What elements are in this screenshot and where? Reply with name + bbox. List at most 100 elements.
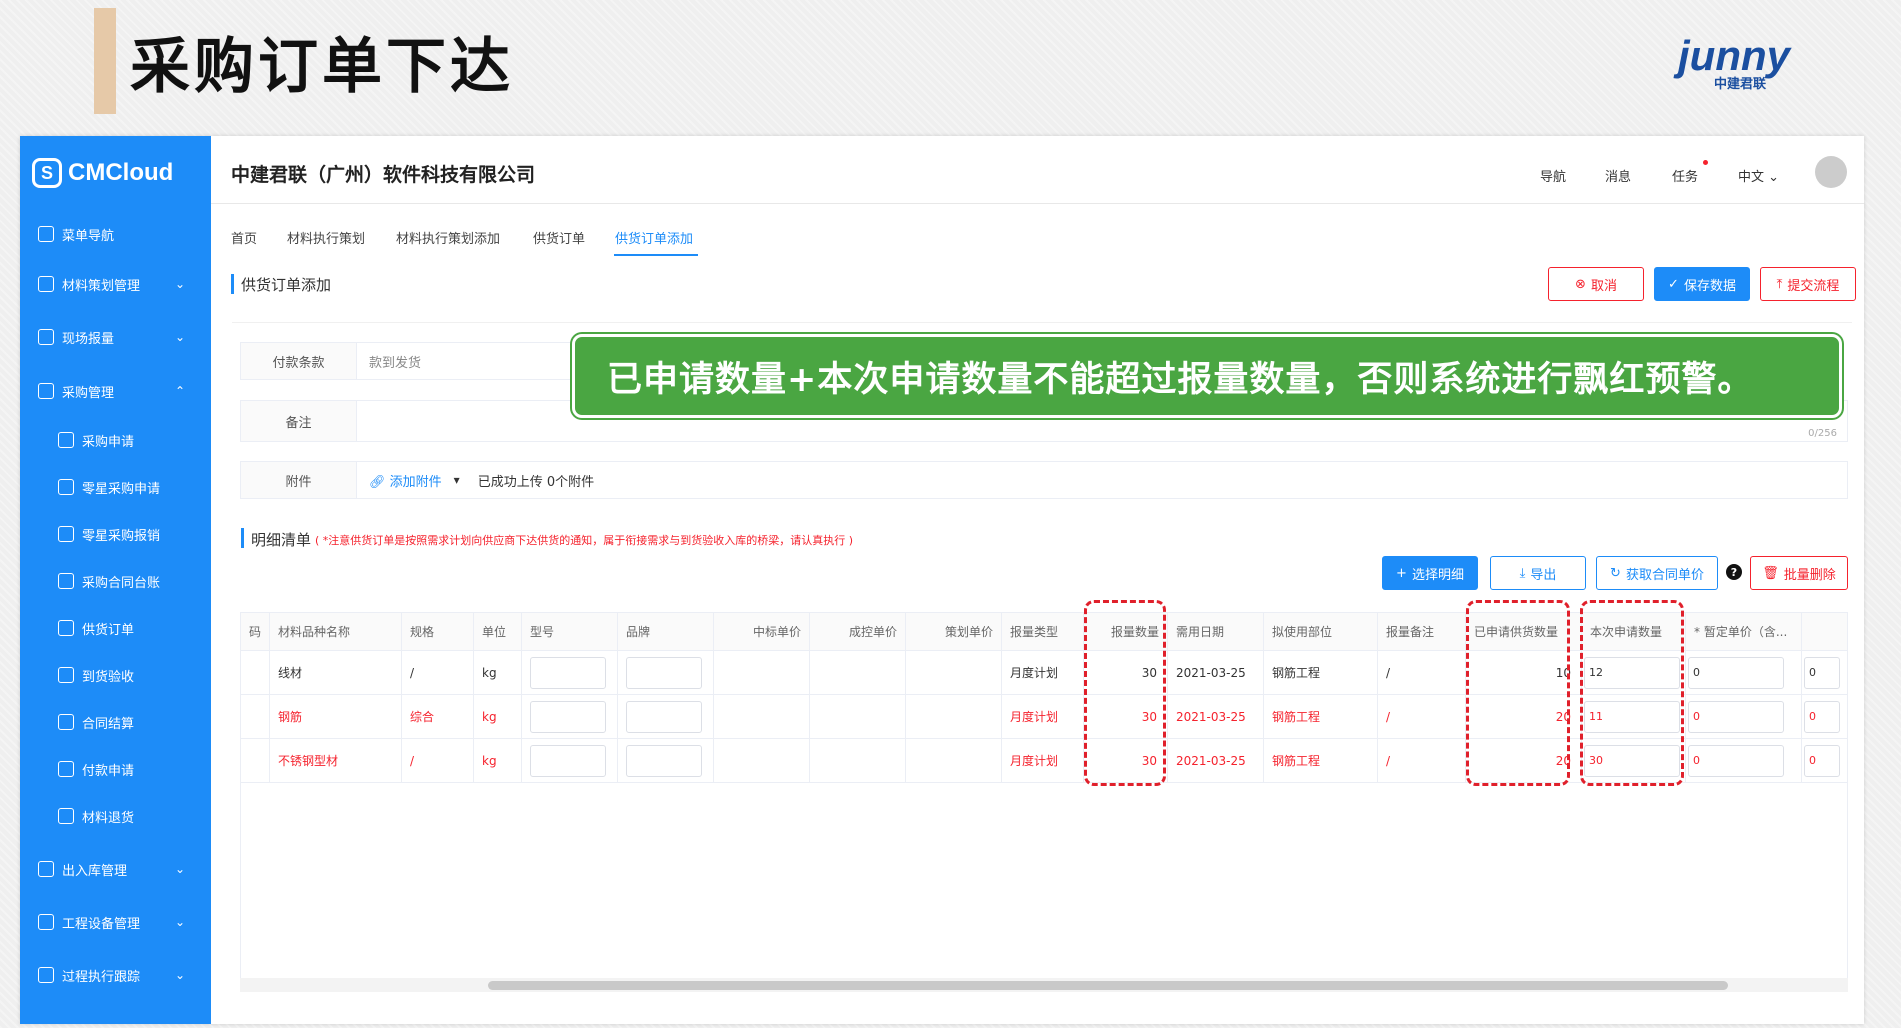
sidebar-item-label: 供货订单: [82, 622, 135, 638]
tab-home[interactable]: 首页: [231, 228, 257, 247]
tab-material-plan[interactable]: 材料执行策划: [287, 228, 365, 247]
table-cell: [906, 651, 1002, 695]
table-cell: [906, 695, 1002, 739]
table-header-cell: [1802, 613, 1847, 651]
trash-icon: 🗑︎: [1762, 565, 1779, 581]
chevron-down-icon: ⌄: [1768, 170, 1780, 185]
table-cell: 钢筋工程: [1264, 695, 1378, 739]
add-attachment-link[interactable]: 🔗︎ 添加附件: [357, 471, 442, 490]
messages-link[interactable]: 消息: [1605, 166, 1631, 185]
sidebar-item-label: 现场报量: [62, 331, 115, 347]
table-cell: [714, 695, 810, 739]
sidebar-item[interactable]: 过程执行跟踪 ⌄: [20, 957, 211, 993]
price-input[interactable]: 0: [1688, 656, 1784, 689]
sidebar-item[interactable]: 付款申请: [20, 751, 211, 787]
callout-banner: 已申请数量+本次申请数量不能超过报量数量，否则系统进行飘红预警。: [572, 334, 1842, 418]
table-header-cell: 单位: [474, 613, 522, 651]
cell-input[interactable]: [530, 744, 606, 777]
section-marker: [231, 274, 234, 294]
table-cell: [522, 739, 618, 783]
table-cell: 2021-03-25: [1168, 739, 1264, 783]
save-label: 保存数据: [1683, 278, 1736, 294]
sidebar-item[interactable]: 材料退货: [20, 798, 211, 834]
submit-flow-button[interactable]: ⤒ 提交流程: [1760, 267, 1856, 301]
cell-input[interactable]: [626, 744, 702, 777]
cell-input[interactable]: [626, 656, 702, 689]
scrollbar-thumb[interactable]: [488, 981, 1728, 990]
sidebar-item[interactable]: 供货订单: [20, 610, 211, 646]
select-detail-button[interactable]: + 选择明细: [1382, 556, 1478, 590]
refresh-icon: ↻: [1610, 565, 1621, 581]
return-icon: [58, 808, 74, 824]
table-cell: 2021-03-25: [1168, 651, 1264, 695]
sidebar-item[interactable]: 材料策划管理 ⌄: [20, 266, 211, 302]
track-icon: [38, 967, 54, 983]
sidebar-item-label: 过程执行跟踪: [62, 969, 141, 985]
extra-input[interactable]: 0: [1804, 700, 1840, 733]
sidebar-item[interactable]: 工程设备管理 ⌄: [20, 904, 211, 940]
sidebar-item[interactable]: 菜单导航: [20, 216, 211, 252]
extra-input[interactable]: 0: [1804, 744, 1840, 777]
tab-material-plan-add[interactable]: 材料执行策划添加: [396, 228, 500, 247]
table-header-cell: 规格: [402, 613, 474, 651]
tasks-link[interactable]: 任务: [1672, 166, 1698, 185]
language-select[interactable]: 中文 ⌄: [1738, 166, 1779, 185]
help-icon[interactable]: ?: [1726, 564, 1742, 580]
table-cell: [241, 651, 270, 695]
junny-logo: junny 中建君联: [1673, 32, 1793, 92]
sidebar-item-label: 采购合同台账: [82, 575, 161, 591]
sidebar-item[interactable]: 合同结算: [20, 704, 211, 740]
table-cell: 钢筋: [270, 695, 402, 739]
table-header-cell: 品牌: [618, 613, 714, 651]
sidebar-item[interactable]: 零星采购申请: [20, 469, 211, 505]
sidebar-item[interactable]: 采购合同台账: [20, 563, 211, 599]
batch-delete-button[interactable]: 🗑︎ 批量删除: [1750, 556, 1848, 590]
tab-supply-order[interactable]: 供货订单: [533, 228, 585, 247]
cmcloud-icon: S: [32, 158, 62, 188]
extra-input[interactable]: 0: [1804, 656, 1840, 689]
avatar[interactable]: [1815, 156, 1847, 188]
slide-title: 采购订单下达: [130, 32, 514, 102]
company-name: 中建君联（广州）软件科技有限公司: [231, 164, 536, 186]
table-cell: [618, 651, 714, 695]
table-cell: 2021-03-25: [1168, 695, 1264, 739]
save-button[interactable]: ✓ 保存数据: [1654, 267, 1750, 301]
remark-counter: 0/256: [1808, 428, 1837, 439]
sidebar-item[interactable]: 到货验收: [20, 657, 211, 693]
cell-input[interactable]: [626, 700, 702, 733]
tab-supply-order-add[interactable]: 供货订单添加: [615, 228, 693, 247]
attachment-dropdown-icon[interactable]: ▾: [454, 473, 460, 487]
remark-label: 备注: [241, 401, 357, 441]
sidebar-item[interactable]: 采购管理 ⌃: [20, 373, 211, 409]
nav-link[interactable]: 导航: [1540, 166, 1566, 185]
fetch-price-button[interactable]: ↻ 获取合同单价: [1596, 556, 1718, 590]
cell-input[interactable]: [530, 700, 606, 733]
sidebar-item[interactable]: 出入库管理 ⌄: [20, 851, 211, 887]
payment-terms-value[interactable]: 款到发货: [357, 352, 421, 371]
detail-section-marker: [241, 528, 244, 548]
grid-icon: [38, 226, 54, 242]
sidebar-item[interactable]: 零星采购报销: [20, 516, 211, 552]
table-cell: kg: [474, 651, 522, 695]
paperclip-icon: 🔗︎: [369, 474, 390, 490]
doc-icon: [58, 573, 74, 589]
cancel-button[interactable]: ⊗ 取消: [1548, 267, 1644, 301]
table-cell: [714, 739, 810, 783]
cell-input[interactable]: [530, 656, 606, 689]
table-cell: [906, 739, 1002, 783]
notification-dot: [1703, 160, 1708, 165]
table-cell: /: [1378, 651, 1466, 695]
cancel-label: 取消: [1590, 278, 1617, 294]
submit-label: 提交流程: [1787, 278, 1840, 294]
sidebar-item[interactable]: 采购申请: [20, 422, 211, 458]
detail-title: 明细清单: [251, 531, 312, 549]
detail-header: 明细清单 ( *注意供货订单是按照需求计划向供应商下达供货的通知，属于衔接需求与…: [251, 529, 853, 550]
export-button[interactable]: ⤓ 导出: [1490, 556, 1586, 590]
price-input[interactable]: 0: [1688, 700, 1784, 733]
table-header-cell: 材料品种名称: [270, 613, 402, 651]
table-header-cell: 拟使用部位: [1264, 613, 1378, 651]
price-input[interactable]: 0: [1688, 744, 1784, 777]
sidebar-item[interactable]: 现场报量 ⌄: [20, 319, 211, 355]
table-cell: [522, 695, 618, 739]
export-label: 导出: [1530, 567, 1557, 583]
